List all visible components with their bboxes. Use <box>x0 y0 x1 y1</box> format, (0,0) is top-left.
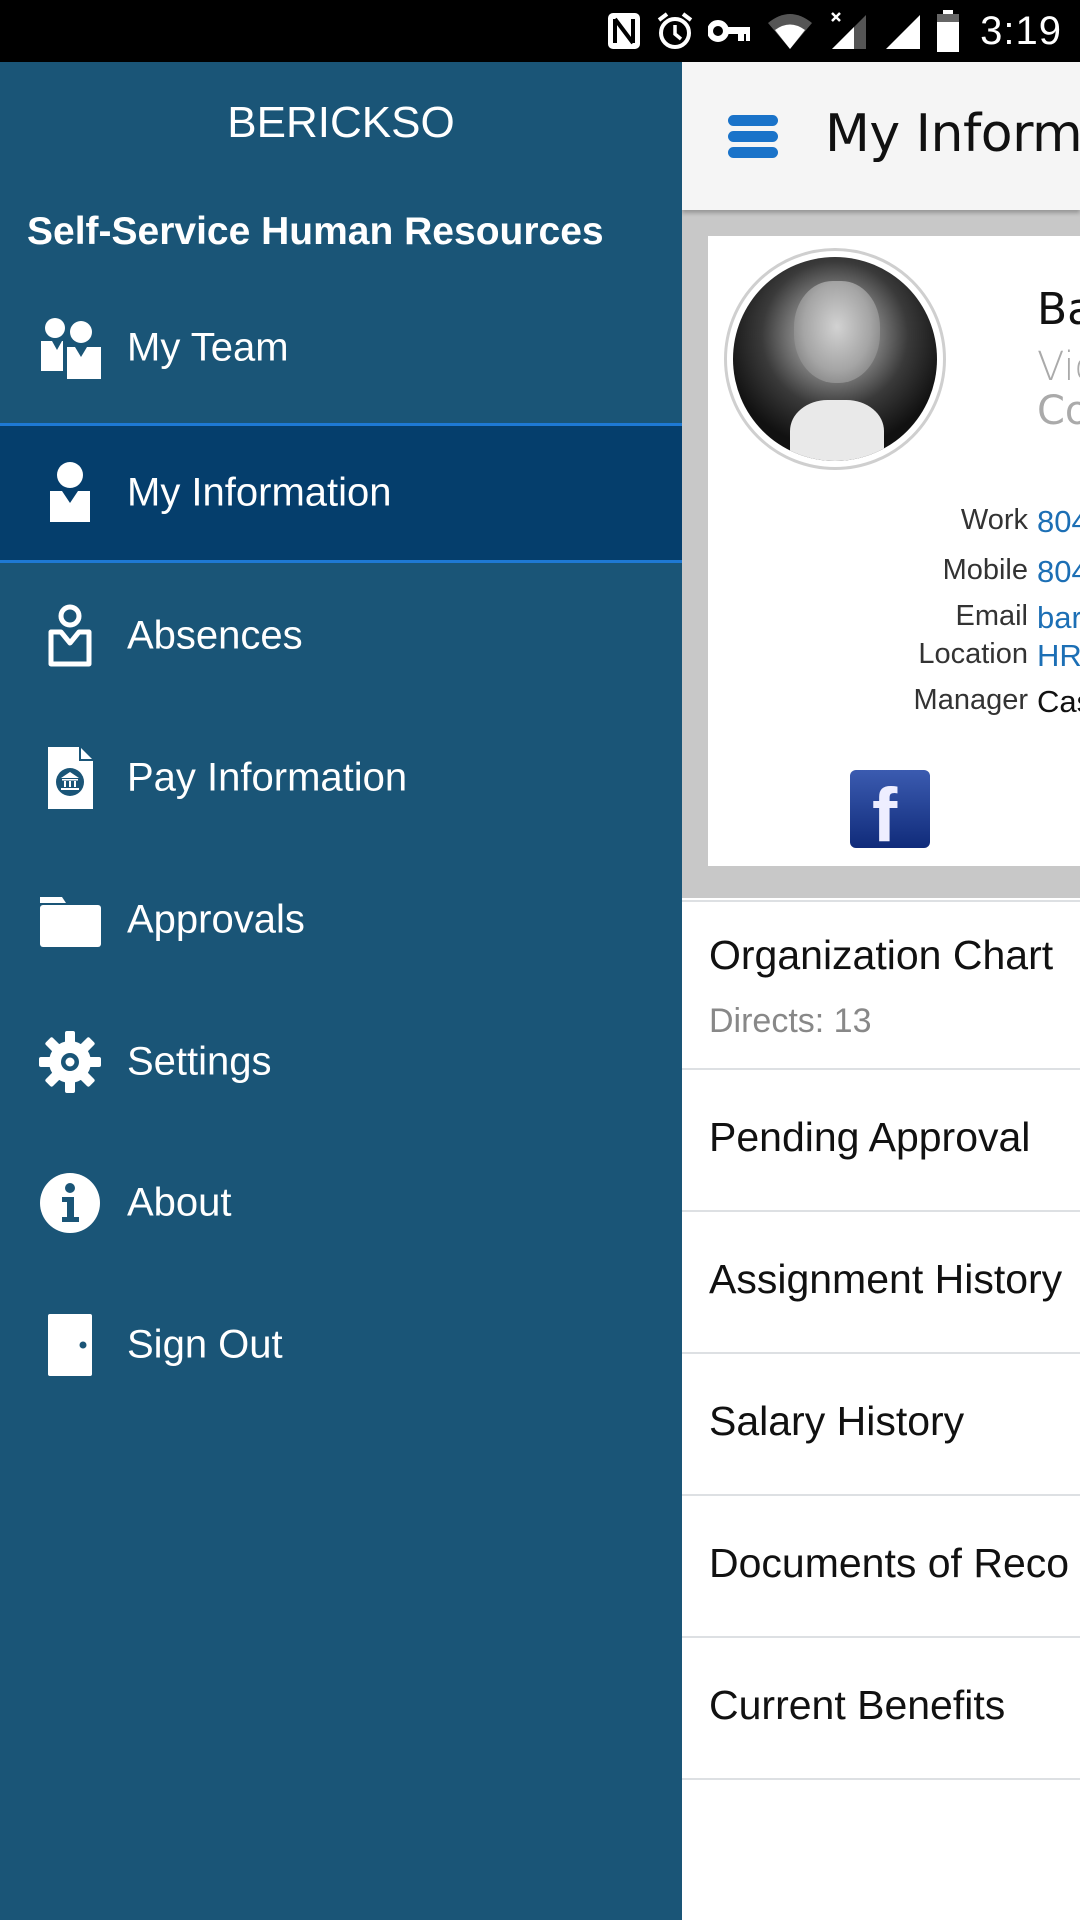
nav-label: About <box>127 1180 232 1225</box>
email-link[interactable]: bar <box>1037 600 1080 636</box>
pay-document-icon <box>37 745 103 811</box>
status-time: 3:19 <box>980 8 1062 53</box>
list-item-title: Documents of Reco <box>709 1540 1070 1586</box>
nav-label: Approvals <box>127 897 305 942</box>
nav-label: Pay Information <box>127 755 408 800</box>
list-item-title: Organization Chart <box>709 932 1054 978</box>
list-item-organization-chart[interactable]: Organization Chart Directs: 13 <box>682 900 1080 1070</box>
main-content: My Informa Ba Vic Co Work 804 Mobile 804… <box>682 62 1080 1920</box>
hamburger-menu-icon[interactable] <box>728 115 778 158</box>
list-item-subtitle: Directs: 13 <box>709 1002 872 1040</box>
status-bar: 3:19 <box>0 0 1080 62</box>
employee-job-title: Vic <box>1037 344 1080 390</box>
list-item-title: Current Benefits <box>709 1682 1006 1728</box>
info-row-manager: Manager Cas <box>708 684 1080 720</box>
info-list: Organization Chart Directs: 13 Pending A… <box>682 900 1080 1780</box>
profile-section: Ba Vic Co Work 804 Mobile 804 Email bar … <box>682 210 1080 898</box>
profile-card: Ba Vic Co Work 804 Mobile 804 Email bar … <box>708 236 1080 866</box>
info-icon <box>37 1170 103 1236</box>
nav-label: Settings <box>127 1039 272 1084</box>
battery-icon <box>936 10 960 52</box>
nfc-icon <box>606 11 642 51</box>
info-row-work: Work 804 <box>708 504 1080 540</box>
vpn-key-icon <box>708 11 752 51</box>
team-icon <box>37 315 103 381</box>
nav-item-about[interactable]: About <box>0 1133 682 1273</box>
facebook-icon[interactable]: f <box>850 770 930 848</box>
nav-item-approvals[interactable]: Approvals <box>0 850 682 990</box>
avatar[interactable] <box>724 248 946 470</box>
gear-icon <box>37 1029 103 1095</box>
nav-item-pay-information[interactable]: Pay Information <box>0 708 682 848</box>
list-item-assignment-history[interactable]: Assignment History <box>682 1212 1080 1354</box>
wifi-icon <box>766 11 814 51</box>
nav-item-settings[interactable]: Settings <box>0 992 682 1132</box>
signal-no-data-icon <box>828 11 868 51</box>
info-row-mobile: Mobile 804 <box>708 554 1080 590</box>
nav-label: My Information <box>127 470 392 515</box>
nav-label: Sign Out <box>127 1322 283 1367</box>
info-row-email: Email bar <box>708 600 1080 636</box>
info-label: Manager <box>913 684 1028 716</box>
employee-department: Co <box>1037 388 1080 434</box>
nav-item-sign-out[interactable]: Sign Out <box>0 1275 682 1415</box>
list-item-salary-history[interactable]: Salary History <box>682 1354 1080 1496</box>
info-label: Work <box>960 504 1028 536</box>
drawer-app-name: Self-Service Human Resources <box>27 210 604 253</box>
location-link[interactable]: HR <box>1037 638 1080 674</box>
info-label: Location <box>918 638 1028 670</box>
alarm-icon <box>656 11 694 51</box>
app-bar: My Informa <box>682 62 1080 210</box>
list-item-current-benefits[interactable]: Current Benefits <box>682 1638 1080 1780</box>
absence-person-icon <box>37 603 103 669</box>
folder-icon <box>37 887 103 953</box>
navigation-drawer: BERICKSO Self-Service Human Resources My… <box>0 62 682 1920</box>
list-item-title: Salary History <box>709 1398 965 1444</box>
page-title: My Informa <box>825 104 1080 164</box>
nav-item-absences[interactable]: Absences <box>0 566 682 706</box>
work-phone-link[interactable]: 804 <box>1037 504 1080 540</box>
info-row-location: Location HR <box>708 638 1080 674</box>
nav-item-my-team[interactable]: My Team <box>0 278 682 418</box>
list-item-documents-of-record[interactable]: Documents of Reco <box>682 1496 1080 1638</box>
nav-label: My Team <box>127 325 289 370</box>
manager-value: Cas <box>1037 684 1080 719</box>
nav-item-my-information[interactable]: My Information <box>0 423 682 563</box>
door-icon <box>37 1312 103 1378</box>
person-icon <box>37 460 103 526</box>
signal-icon <box>882 11 922 51</box>
list-item-pending-approval[interactable]: Pending Approval <box>682 1070 1080 1212</box>
list-item-title: Pending Approval <box>709 1114 1031 1160</box>
nav-label: Absences <box>127 613 303 658</box>
info-label: Mobile <box>942 554 1028 586</box>
list-item-title: Assignment History <box>709 1256 1063 1302</box>
drawer-username: BERICKSO <box>227 98 455 147</box>
employee-name: Ba <box>1037 284 1080 335</box>
facebook-glyph: f <box>872 773 898 849</box>
info-label: Email <box>955 600 1028 632</box>
avatar-photo <box>733 257 937 461</box>
status-icons: 3:19 <box>606 0 1062 62</box>
mobile-phone-link[interactable]: 804 <box>1037 554 1080 590</box>
